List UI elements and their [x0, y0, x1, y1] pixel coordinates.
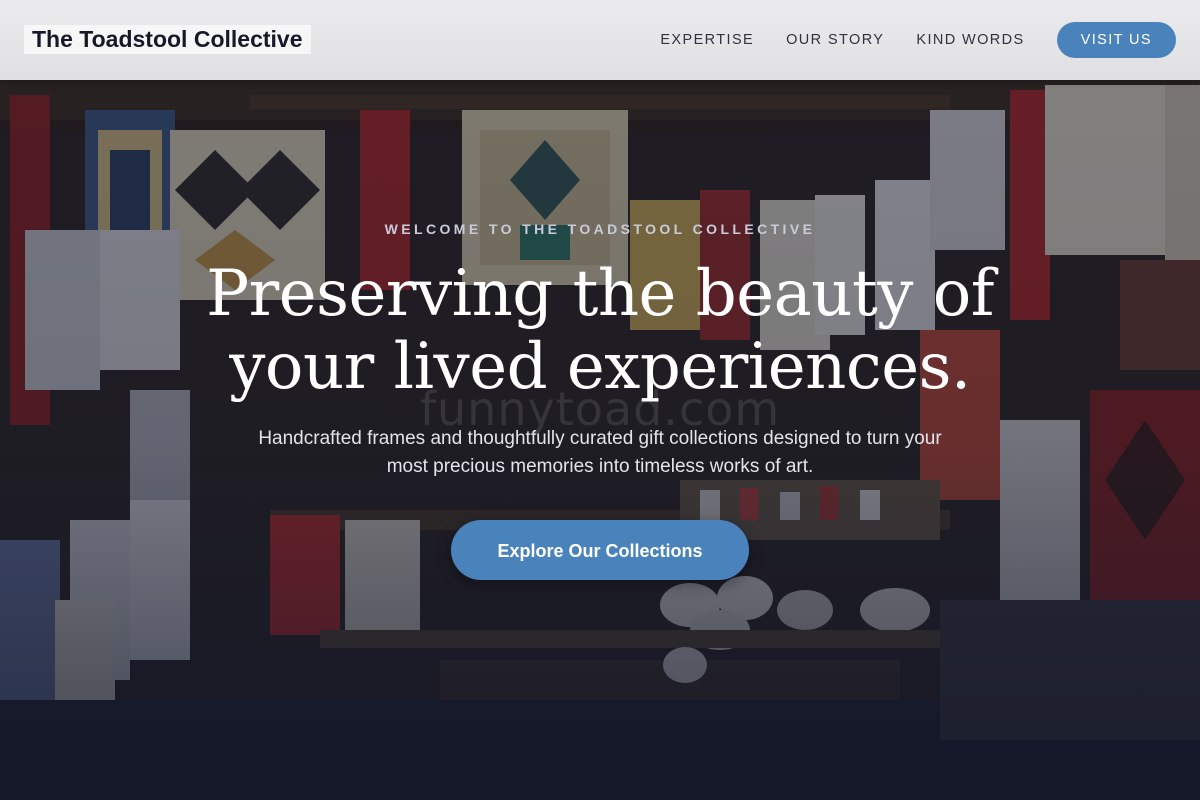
hero-headline-line-2: your lived experiences. [229, 330, 971, 404]
nav-link-kind-words[interactable]: KIND WORDS [916, 32, 1024, 48]
hero-headline-line-1: Preserving the beauty of [206, 257, 994, 331]
nav-link-our-story[interactable]: OUR STORY [786, 32, 884, 48]
hero-subheading: Handcrafted frames and thoughtfully cura… [170, 425, 1030, 481]
site-logo[interactable]: The Toadstool Collective [24, 25, 311, 54]
hero-headline: Preserving the beauty of your lived expe… [100, 258, 1100, 404]
visit-us-button[interactable]: VISIT US [1056, 22, 1176, 58]
landing-page: funnytoad.com The Toadstool Collective E… [0, 0, 1200, 800]
hero-section: WELCOME TO THE TOADSTOOL COLLECTIVE Pres… [0, 0, 1200, 800]
hero-eyebrow: WELCOME TO THE TOADSTOOL COLLECTIVE [384, 221, 816, 237]
explore-collections-button[interactable]: Explore Our Collections [451, 520, 749, 580]
hero-subheading-line-1: Handcrafted frames and thoughtfully cura… [258, 428, 942, 449]
main-nav: EXPERTISE OUR STORY KIND WORDS VISIT US [660, 22, 1176, 58]
site-header: The Toadstool Collective EXPERTISE OUR S… [0, 0, 1200, 80]
nav-link-expertise[interactable]: EXPERTISE [660, 32, 754, 48]
hero-subheading-line-2: most precious memories into timeless wor… [386, 456, 814, 477]
